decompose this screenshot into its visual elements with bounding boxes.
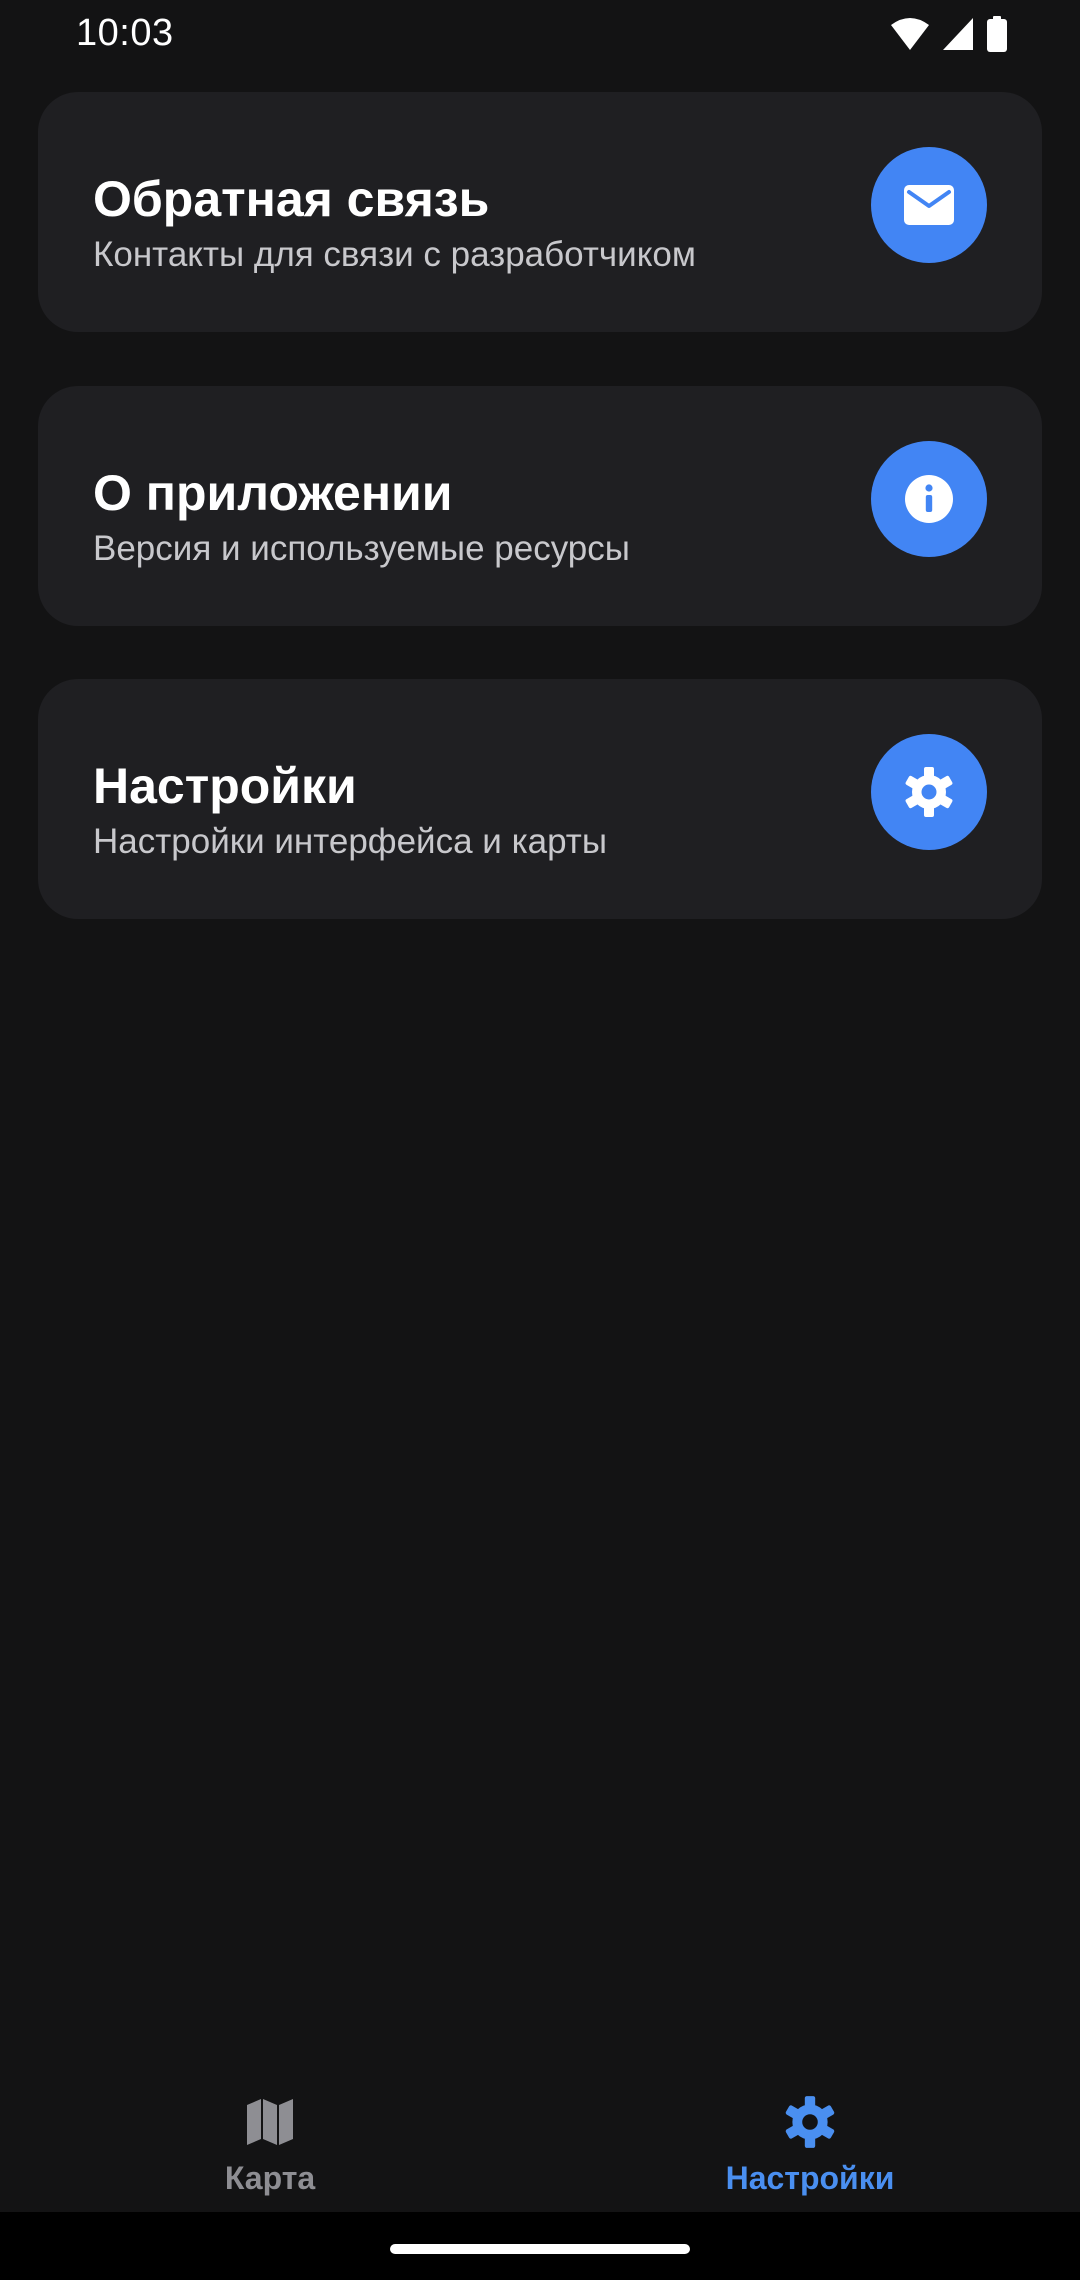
map-icon	[242, 2094, 298, 2150]
card-subtitle: Версия и используемые ресурсы	[93, 529, 630, 568]
about-card[interactable]: О приложении Версия и используемые ресур…	[38, 386, 1042, 626]
nav-item-map[interactable]: Карта	[0, 2058, 540, 2212]
card-title: О приложении	[93, 465, 453, 521]
mail-icon	[871, 147, 987, 263]
bottom-navigation: Карта Настройки	[0, 2058, 1080, 2212]
system-gesture-area	[0, 2212, 1080, 2280]
nav-label: Карта	[224, 2160, 316, 2196]
settings-screen: 10:03 Обратная связь Контакты для связи …	[0, 0, 1080, 2280]
battery-icon	[986, 16, 1008, 52]
status-icons	[890, 16, 1008, 52]
status-time: 10:03	[76, 12, 174, 54]
status-bar: 10:03	[0, 0, 1080, 68]
gear-icon	[782, 2094, 838, 2150]
card-title: Настройки	[93, 758, 357, 814]
card-subtitle: Настройки интерфейса и карты	[93, 822, 607, 861]
cell-signal-icon	[942, 17, 974, 51]
wifi-icon	[890, 17, 930, 51]
card-title: Обратная связь	[93, 171, 490, 227]
info-icon	[871, 441, 987, 557]
gear-icon	[871, 734, 987, 850]
nav-item-settings[interactable]: Настройки	[540, 2058, 1080, 2212]
nav-label: Настройки	[725, 2160, 895, 2196]
card-subtitle: Контакты для связи с разработчиком	[93, 235, 696, 274]
home-gesture-handle[interactable]	[390, 2244, 690, 2254]
feedback-card[interactable]: Обратная связь Контакты для связи с разр…	[38, 92, 1042, 332]
settings-card[interactable]: Настройки Настройки интерфейса и карты	[38, 679, 1042, 919]
